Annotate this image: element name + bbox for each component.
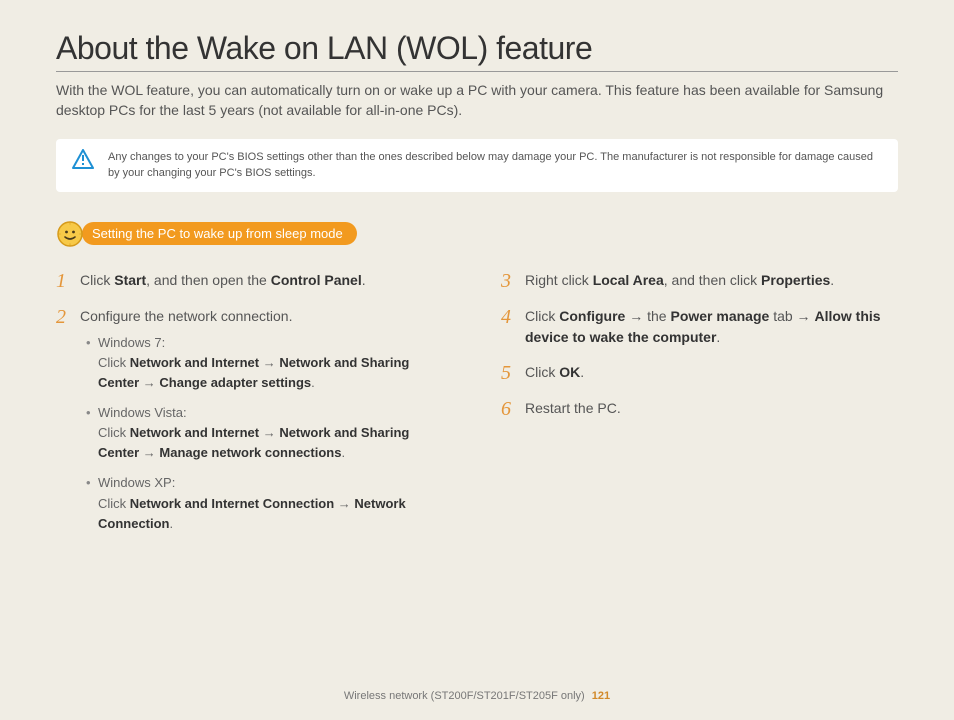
footer-section: Wireless network (ST200F/ST201F/ST205F o… [344,690,585,702]
step-body: Click Configure → the Power manage tab →… [525,306,898,348]
page-title: About the Wake on LAN (WOL) feature [56,30,898,72]
section-header: Setting the PC to wake up from sleep mod… [56,220,898,248]
list-item: Windows 7: Click Network and Internet → … [84,333,453,393]
step-number: 5 [501,362,515,384]
warning-text: Any changes to your PC's BIOS settings o… [108,149,880,182]
step-6: 6 Restart the PC. [501,398,898,420]
step-5: 5 Click OK. [501,362,898,384]
manual-page: About the Wake on LAN (WOL) feature With… [0,0,954,558]
list-item: Windows Vista: Click Network and Interne… [84,403,453,463]
step-body: Right click Local Area, and then click P… [525,270,898,292]
step-1: 1 Click Start, and then open the Control… [56,270,453,292]
step-4: 4 Click Configure → the Power manage tab… [501,306,898,348]
step-2: 2 Configure the network connection. Wind… [56,306,453,544]
step-body: Click OK. [525,362,898,384]
right-column: 3 Right click Local Area, and then click… [501,270,898,558]
instruction-columns: 1 Click Start, and then open the Control… [56,270,898,558]
step-body: Configure the network connection. Window… [80,306,453,544]
step-number: 4 [501,306,515,348]
badge-icon [56,220,84,248]
page-number: 121 [592,690,610,702]
warning-box: Any changes to your PC's BIOS settings o… [56,139,898,192]
intro-paragraph: With the WOL feature, you can automatica… [56,80,898,121]
warning-icon [72,149,94,169]
step-3: 3 Right click Local Area, and then click… [501,270,898,292]
step-number: 1 [56,270,70,292]
page-footer: Wireless network (ST200F/ST201F/ST205F o… [0,690,954,702]
step-number: 2 [56,306,70,544]
step-number: 3 [501,270,515,292]
list-item: Windows XP: Click Network and Internet C… [84,473,453,533]
step-2-sublist: Windows 7: Click Network and Internet → … [80,333,453,534]
step-body: Click Start, and then open the Control P… [80,270,453,292]
step-number: 6 [501,398,515,420]
step-body: Restart the PC. [525,398,898,420]
left-column: 1 Click Start, and then open the Control… [56,270,453,558]
section-heading-pill: Setting the PC to wake up from sleep mod… [82,222,357,245]
